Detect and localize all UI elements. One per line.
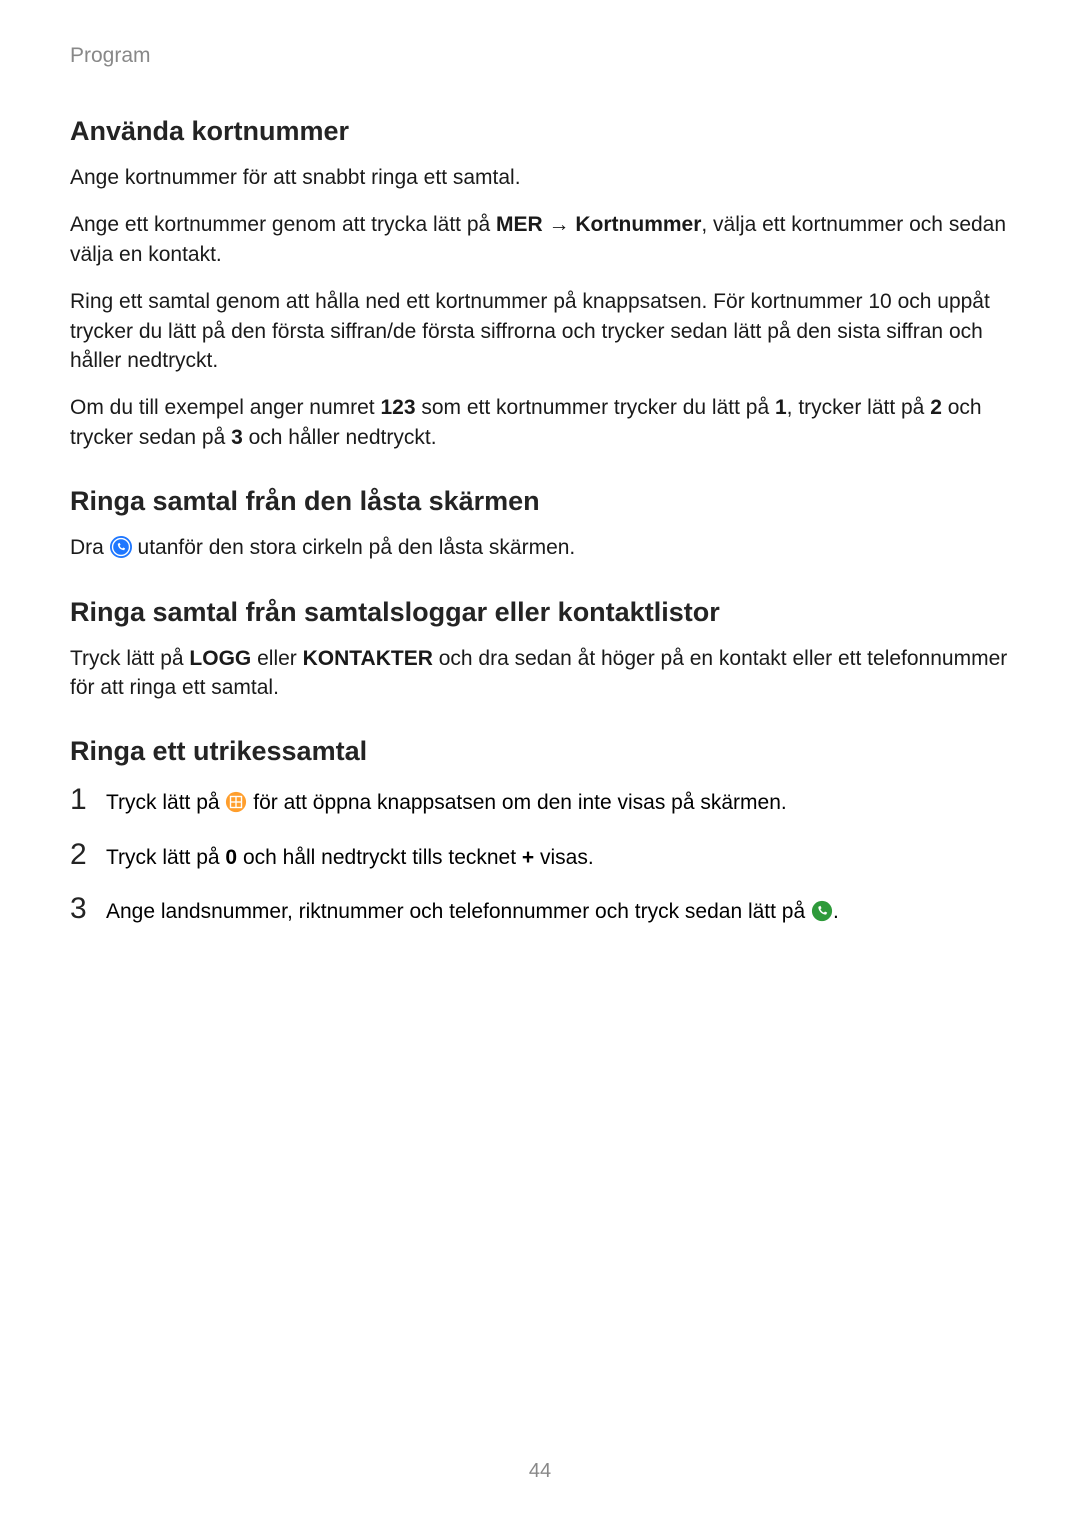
text: Ange ett kortnummer genom att trycka lät… — [70, 213, 496, 236]
text: och håller nedtryckt. — [243, 426, 437, 449]
page-number: 44 — [0, 1460, 1080, 1483]
phone-circle-icon — [110, 536, 132, 558]
key-0: 0 — [225, 846, 237, 869]
ui-label-logg: LOGG — [189, 647, 251, 670]
text: . — [833, 900, 839, 923]
text: Om du till exempel anger numret — [70, 396, 380, 419]
section-title-call-log: Ringa samtal från samtalsloggar eller ko… — [70, 597, 1010, 628]
text: för att öppna knappsatsen om den inte vi… — [247, 791, 786, 814]
keypad-icon — [225, 791, 247, 813]
section-title-speed-dial: Använda kortnummer — [70, 116, 1010, 147]
step-number: 1 — [70, 785, 106, 815]
text: Tryck lätt på — [106, 846, 225, 869]
text: utanför den stora cirkeln på den låsta s… — [132, 536, 576, 559]
text: Ange landsnummer, riktnummer och telefon… — [106, 900, 811, 923]
ui-label-kortnummer: Kortnummer — [575, 213, 701, 236]
text: Tryck lätt på — [106, 791, 225, 814]
step-number: 2 — [70, 840, 106, 870]
number-2: 2 — [930, 396, 942, 419]
number-3: 3 — [231, 426, 243, 449]
key-plus: + — [522, 846, 534, 869]
page-header: Program — [70, 44, 1010, 68]
paragraph: Dra utanför den stora cirkeln på den lås… — [70, 533, 1010, 562]
call-icon — [811, 900, 833, 922]
paragraph: Ange ett kortnummer genom att trycka lät… — [70, 210, 1010, 269]
paragraph: Tryck lätt på LOGG eller KONTAKTER och d… — [70, 644, 1010, 703]
paragraph: Ange kortnummer för att snabbt ringa ett… — [70, 163, 1010, 192]
text: eller — [251, 647, 302, 670]
step-1: 1 Tryck lätt på för att öppna knappsatse… — [70, 785, 1010, 817]
text: visas. — [534, 846, 594, 869]
text: Tryck lätt på — [70, 647, 189, 670]
number-123: 123 — [380, 396, 415, 419]
paragraph: Om du till exempel anger numret 123 som … — [70, 393, 1010, 452]
number-1: 1 — [775, 396, 787, 419]
step-3: 3 Ange landsnummer, riktnummer och telef… — [70, 894, 1010, 926]
text: som ett kortnummer trycker du lätt på — [416, 396, 775, 419]
ui-label-kontakter: KONTAKTER — [303, 647, 433, 670]
step-number: 3 — [70, 894, 106, 924]
paragraph: Ring ett samtal genom att hålla ned ett … — [70, 287, 1010, 375]
section-title-lock-screen: Ringa samtal från den låsta skärmen — [70, 486, 1010, 517]
ui-label-mer: MER — [496, 213, 543, 236]
arrow: → — [543, 213, 576, 236]
text: , trycker lätt på — [787, 396, 931, 419]
text: och håll nedtryckt tills tecknet — [237, 846, 522, 869]
text: Dra — [70, 536, 110, 559]
step-2: 2 Tryck lätt på 0 och håll nedtryckt til… — [70, 840, 1010, 872]
section-title-international: Ringa ett utrikessamtal — [70, 736, 1010, 767]
